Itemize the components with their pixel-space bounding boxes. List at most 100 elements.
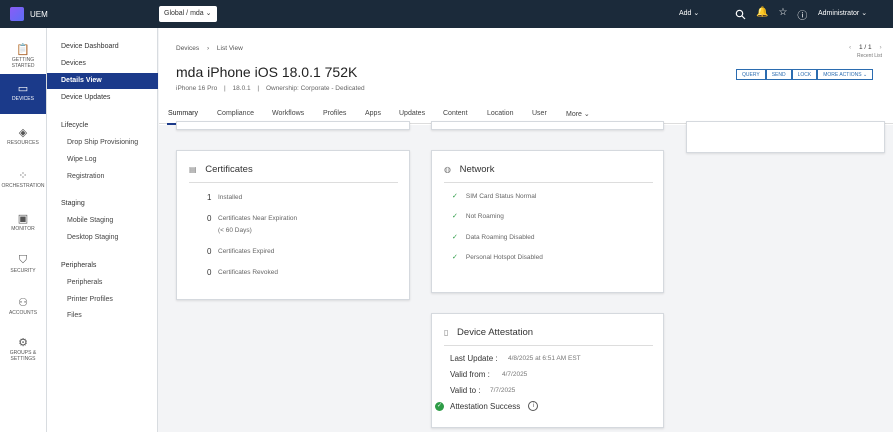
attestation-status-row: ✓ Attestation Success i — [435, 401, 539, 411]
chevron-right-icon: › — [206, 45, 210, 52]
lock-button[interactable]: LOCK — [791, 69, 818, 80]
subnav-details-view[interactable]: Details View — [47, 73, 158, 89]
nav-label: DEVICES — [12, 96, 34, 102]
nav-label: RESOURCES — [7, 140, 39, 146]
attestation-title: Device Attestation — [457, 327, 534, 338]
app-logo[interactable]: UEM — [10, 7, 48, 21]
gear-icon: ⚙ — [18, 337, 28, 349]
recent-list-link[interactable]: Recent List — [857, 53, 882, 59]
network-card: ◍ Network ✓ SIM Card Status Normal ✓ Not R… — [431, 150, 664, 293]
shield-icon: ⛉ — [18, 254, 28, 266]
summary-content[interactable]: ▤ Certificates 1 Installed 0 Certificate… — [159, 121, 893, 432]
check-icon: ✓ — [452, 193, 458, 200]
admin-label: Administrator — [818, 10, 860, 17]
certificates-card: ▤ Certificates 1 Installed 0 Certificate… — [176, 150, 410, 300]
divider — [444, 345, 653, 346]
query-button[interactable]: QUERY — [736, 69, 766, 80]
subnav-wipe-log[interactable]: Wipe Log — [67, 156, 97, 163]
valid-from-label: Valid from : — [450, 370, 490, 379]
subnav-mobile-staging[interactable]: Mobile Staging — [67, 217, 113, 224]
admin-menu[interactable]: Administrator ⌄ — [818, 9, 867, 17]
help-icon[interactable]: ⓘ — [797, 7, 807, 22]
add-button[interactable]: Add ⌄ — [679, 9, 699, 17]
nav-security[interactable]: ⛉ SECURITY — [0, 246, 46, 286]
tab-summary[interactable]: Summary — [168, 110, 198, 117]
top-icons: 🔔 ☆ ⓘ — [735, 7, 807, 22]
star-icon[interactable]: ☆ — [778, 7, 787, 22]
valid-to-label: Valid to : — [450, 386, 481, 395]
accounts-icon: ⚇ — [18, 297, 28, 309]
nav-label: GETTING STARTED — [11, 57, 35, 69]
add-label: Add — [679, 10, 692, 17]
tab-updates[interactable]: Updates — [399, 110, 425, 117]
success-check-icon: ✓ — [435, 401, 444, 411]
more-actions-label: MORE ACTIONS — [823, 72, 862, 78]
tab-content[interactable]: Content — [443, 110, 468, 117]
device-model: iPhone 16 Pro — [176, 85, 218, 92]
check-icon: ✓ — [452, 254, 458, 261]
nav-accounts[interactable]: ⚇ ACCOUNTS — [0, 288, 46, 328]
chevron-left-icon[interactable]: ‹ — [849, 44, 851, 51]
nav-monitor[interactable]: ▣ MONITOR — [0, 204, 46, 244]
org-selector[interactable]: Global / mda ⌄ — [159, 6, 217, 22]
network-icon: ◍ — [444, 165, 451, 174]
more-actions-button[interactable]: MORE ACTIONS ⌄ — [817, 69, 874, 80]
network-row: ✓ Not Roaming — [452, 212, 504, 220]
cert-near-expiration-window: (< 60 Days) — [218, 227, 252, 234]
breadcrumb-devices[interactable]: Devices — [176, 45, 199, 52]
tab-user[interactable]: User — [532, 110, 547, 117]
cert-revoked-label: Certificates Revoked — [218, 269, 278, 276]
nav-resources[interactable]: ◈ RESOURCES — [0, 118, 46, 158]
device-os: 18.0.1 — [232, 85, 251, 92]
subnav-drop-ship[interactable]: Drop Ship Provisioning — [67, 139, 138, 146]
certificates-title: Certificates — [205, 164, 253, 175]
nav-getting-started[interactable]: 📋 GETTING STARTED — [0, 35, 46, 75]
nav-devices[interactable]: ▭ DEVICES — [0, 74, 46, 114]
tab-more[interactable]: More ⌄ — [566, 110, 590, 118]
subnav-heading-staging[interactable]: Staging — [61, 200, 85, 207]
pager-label: 1 / 1 — [858, 44, 872, 51]
app-name: UEM — [30, 9, 48, 19]
subnav-devices[interactable]: Devices — [61, 60, 86, 67]
subnav-printer-profiles[interactable]: Printer Profiles — [67, 296, 113, 303]
subnav-heading-lifecycle[interactable]: Lifecycle — [61, 122, 88, 129]
cert-installed-label: Installed — [218, 194, 243, 201]
nav-orchestration[interactable]: ⁘ ORCHESTRATION — [0, 161, 46, 201]
attestation-title-row: ▯ Device Attestation — [444, 327, 533, 338]
divider — [444, 182, 653, 183]
subnav-files[interactable]: Files — [67, 312, 82, 319]
network-row-label: Data Roaming Disabled — [465, 234, 535, 241]
chevron-right-icon[interactable]: › — [879, 44, 881, 51]
tab-location[interactable]: Location — [487, 110, 513, 117]
nav-label: GROUPS & SETTINGS — [9, 350, 37, 362]
tab-profiles[interactable]: Profiles — [323, 110, 346, 117]
uem-logo-icon — [10, 7, 24, 21]
subnav-desktop-staging[interactable]: Desktop Staging — [67, 234, 118, 241]
cert-expired-count: 0 — [207, 247, 212, 256]
cert-revoked-count: 0 — [207, 268, 212, 277]
subnav-device-dashboard[interactable]: Device Dashboard — [61, 43, 119, 50]
cert-near-expiration-count: 0 — [207, 214, 212, 223]
check-icon: ✓ — [452, 234, 458, 241]
nav-groups-settings[interactable]: ⚙ GROUPS & SETTINGS — [0, 328, 46, 372]
chevron-down-icon: ⌄ — [861, 10, 868, 17]
pager: ‹ 1 / 1 › — [849, 44, 882, 51]
nav-label: ORCHESTRATION — [1, 183, 45, 189]
search-icon[interactable] — [735, 9, 746, 20]
tab-compliance[interactable]: Compliance — [217, 110, 254, 117]
subnav-peripherals[interactable]: Peripherals — [67, 279, 102, 286]
notification-bell-icon[interactable]: 🔔 — [756, 7, 768, 22]
tab-more-label: More — [566, 111, 582, 118]
devices-icon: ▭ — [17, 83, 29, 95]
send-button[interactable]: SEND — [765, 69, 792, 80]
info-icon[interactable]: i — [528, 401, 539, 411]
separator: | — [224, 85, 226, 92]
subnav-registration[interactable]: Registration — [67, 173, 104, 180]
tab-workflows[interactable]: Workflows — [272, 110, 304, 117]
subnav-device-updates[interactable]: Device Updates — [61, 94, 110, 101]
network-row: ✓ Data Roaming Disabled — [452, 233, 535, 241]
subnav-heading-peripherals[interactable]: Peripherals — [61, 262, 96, 269]
breadcrumb-list-view[interactable]: List View — [217, 45, 243, 52]
top-bar: UEM Global / mda ⌄ Add ⌄ 🔔 ☆ ⓘ Administr… — [0, 0, 893, 28]
tab-apps[interactable]: Apps — [365, 110, 381, 117]
